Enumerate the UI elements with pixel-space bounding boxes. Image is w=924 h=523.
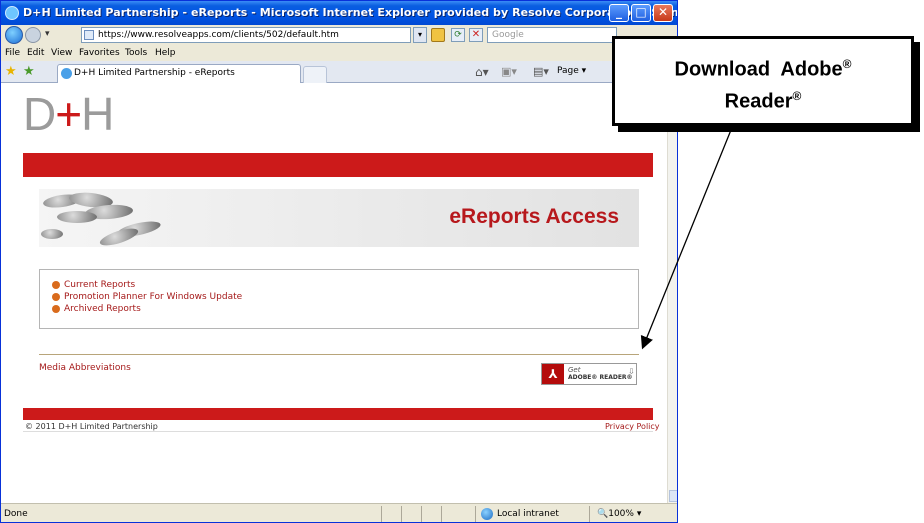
zoom-value: 100%: [608, 509, 634, 519]
bullet-icon: [52, 305, 60, 313]
url-text: https://www.resolveapps.com/clients/502/…: [98, 30, 339, 40]
feeds-icon[interactable]: ▣▾: [501, 65, 517, 78]
ereports-banner: eReports Access: [39, 189, 639, 249]
banner-title: eReports Access: [449, 205, 619, 228]
registered-mark: ®: [842, 57, 852, 71]
forward-icon[interactable]: [25, 27, 41, 43]
stop-icon[interactable]: ✕: [469, 28, 483, 42]
status-separator: [441, 506, 442, 522]
vertical-scrollbar[interactable]: [667, 83, 677, 503]
privacy-policy-link[interactable]: Privacy Policy: [605, 422, 660, 431]
screenshot-stage: D+H Limited Partnership - eReports - Mic…: [0, 0, 924, 523]
refresh-icon[interactable]: ⟳: [451, 28, 465, 42]
status-separator: [421, 506, 422, 522]
ie-icon: [5, 6, 19, 20]
report-links-box: Current Reports Promotion Planner For Wi…: [39, 269, 639, 329]
bullet-icon: [52, 281, 60, 289]
page-menu-label: Page: [557, 66, 579, 76]
menu-tools[interactable]: Tools: [125, 48, 147, 58]
callout-line2: Reader: [724, 90, 793, 113]
coins-image: [39, 189, 179, 249]
page-menu[interactable]: Page ▾: [557, 66, 586, 76]
footer-rule: [23, 431, 653, 432]
page-content: D+H eReports Access Current Reports Prom…: [1, 83, 667, 503]
logo-plus: +: [55, 88, 82, 140]
intranet-globe-icon: [481, 508, 493, 520]
registered-mark: ®: [792, 88, 802, 103]
copyright-text: © 2011 D+H Limited Partnership: [25, 422, 158, 431]
badge-product: ADOBE® READER®: [568, 374, 633, 381]
tab-ereports[interactable]: D+H Limited Partnership - eReports: [57, 64, 301, 83]
header-red-band: [23, 153, 653, 177]
history-dropdown-icon[interactable]: ▾: [45, 29, 50, 39]
dh-logo: D+H: [23, 88, 114, 140]
status-separator: [589, 506, 590, 522]
tab-label: D+H Limited Partnership - eReports: [74, 68, 235, 78]
divider: [39, 354, 639, 355]
title-bar[interactable]: D+H Limited Partnership - eReports - Mic…: [1, 1, 678, 25]
maximize-button[interactable]: □: [631, 4, 651, 22]
status-separator: [475, 506, 476, 522]
tab-bar: ★ ★ D+H Limited Partnership - eReports ⌂…: [1, 61, 677, 83]
logo-d: D: [23, 88, 56, 140]
security-zone: Local intranet: [497, 509, 559, 519]
menu-help[interactable]: Help: [155, 48, 176, 58]
back-icon[interactable]: [5, 26, 23, 44]
minimize-button[interactable]: _: [609, 4, 629, 22]
link-label: Current Reports: [64, 280, 136, 290]
adobe-logo-icon: ⅄: [542, 364, 564, 384]
browser-window: D+H Limited Partnership - eReports - Mic…: [0, 0, 678, 523]
callout-line1: Download Adobe: [674, 58, 843, 81]
new-tab-button[interactable]: [303, 66, 327, 83]
link-label: Promotion Planner For Windows Update: [64, 292, 243, 302]
close-button[interactable]: ✕: [653, 4, 673, 22]
favorites-star-icon[interactable]: ★: [5, 65, 19, 79]
menu-favorites[interactable]: Favorites: [79, 48, 120, 58]
scroll-down-icon[interactable]: [669, 490, 677, 502]
print-icon[interactable]: ▤▾: [533, 65, 549, 78]
badge-get: Get: [568, 366, 581, 374]
status-separator: [381, 506, 382, 522]
logo-h: H: [81, 88, 114, 140]
menu-file[interactable]: File: [5, 48, 20, 58]
lock-icon[interactable]: [431, 28, 445, 42]
bullet-icon: [52, 293, 60, 301]
zoom-level[interactable]: 🔍100% ▾: [597, 509, 641, 519]
download-arrow-icon: ⇩: [628, 367, 635, 376]
window-title: D+H Limited Partnership - eReports - Mic…: [23, 6, 678, 19]
page-icon: [84, 30, 94, 40]
address-bar: ▾ https://www.resolveapps.com/clients/50…: [1, 25, 677, 45]
home-icon[interactable]: ⌂▾: [475, 65, 489, 79]
menu-view[interactable]: View: [51, 48, 72, 58]
menu-edit[interactable]: Edit: [27, 48, 44, 58]
download-adobe-callout: Download Adobe® Reader®: [612, 36, 914, 126]
link-label: Archived Reports: [64, 304, 141, 314]
status-bar: Done Local intranet 🔍100% ▾: [1, 503, 677, 522]
status-text: Done: [4, 509, 28, 519]
ie-tab-icon: [61, 68, 72, 79]
menu-bar: File Edit View Favorites Tools Help: [1, 45, 677, 61]
url-dropdown-icon[interactable]: ▾: [413, 27, 427, 43]
status-separator: [401, 506, 402, 522]
get-adobe-reader-badge[interactable]: ⅄ Get ADOBE® READER® ⇩: [541, 363, 637, 385]
media-abbreviations-link[interactable]: Media Abbreviations: [39, 363, 131, 373]
search-input[interactable]: Google: [487, 27, 617, 43]
callout-text: Download Adobe® Reader®: [615, 51, 911, 114]
footer-red-band: [23, 408, 653, 420]
url-input[interactable]: https://www.resolveapps.com/clients/502/…: [81, 27, 411, 43]
add-favorite-icon[interactable]: ★: [23, 65, 37, 79]
